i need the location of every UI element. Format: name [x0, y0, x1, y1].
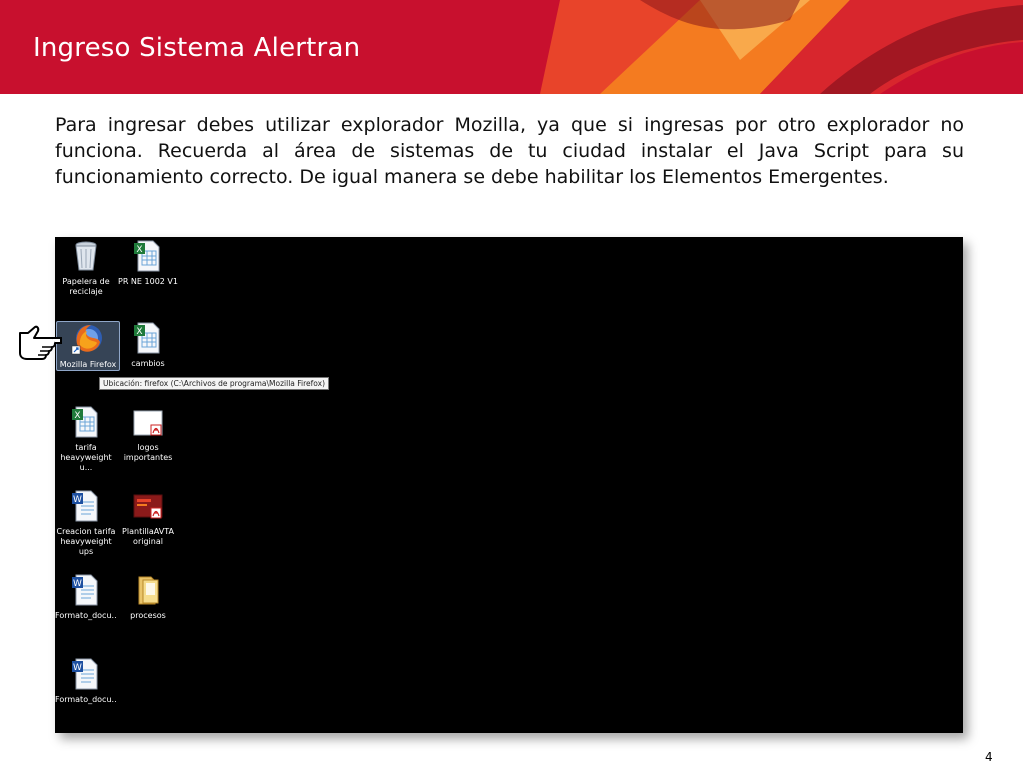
instructions-paragraph: Para ingresar debes utilizar explorador … — [55, 114, 964, 188]
desktop-icon-pr-ne[interactable]: X PR NE 1002 V1 — [117, 239, 179, 287]
icon-label: PR NE 1002 V1 — [118, 277, 178, 286]
desktop-icon-logos[interactable]: logos importantes — [117, 405, 179, 463]
firefox-tooltip: Ubicación: firefox (C:\Archivos de progr… — [99, 377, 330, 390]
hand-pointer-icon — [18, 323, 62, 365]
folder-icon — [131, 573, 165, 607]
icon-label: Creacion tarifa heavyweight ups — [56, 527, 116, 556]
page-title: Ingreso Sistema Alertran — [33, 33, 361, 63]
excel-file-icon: X — [131, 239, 165, 273]
desktop-icon-tarifa[interactable]: X tarifa heavyweight u... — [55, 405, 117, 473]
svg-text:X: X — [74, 411, 80, 421]
icon-label: logos importantes — [123, 443, 173, 462]
svg-text:W: W — [73, 495, 82, 505]
pdf-file-icon — [131, 405, 165, 439]
svg-text:W: W — [73, 579, 82, 589]
desktop-icon-formato-2[interactable]: W Formato_docu... — [55, 657, 117, 705]
svg-text:X: X — [136, 327, 142, 337]
icon-label: cambios — [131, 359, 165, 368]
excel-file-icon: X — [69, 405, 103, 439]
desktop-icon-procesos[interactable]: procesos — [117, 573, 179, 621]
pdf-file-icon — [131, 489, 165, 523]
desktop-icon-cambios[interactable]: X cambios — [117, 321, 179, 369]
icon-label: Formato_docu... — [55, 695, 117, 704]
excel-file-icon: X — [131, 321, 165, 355]
svg-text:W: W — [73, 663, 82, 673]
desktop-icon-creacion[interactable]: W Creacion tarifa heavyweight ups — [55, 489, 117, 557]
icon-label: Mozilla Firefox — [59, 360, 117, 369]
desktop-icon-plantilla[interactable]: PlantillaAVTA original — [117, 489, 179, 547]
firefox-icon — [71, 322, 105, 356]
desktop-icon-formato-1[interactable]: W Formato_docu... — [55, 573, 117, 621]
icon-label: PlantillaAVTA original — [122, 527, 174, 546]
header-banner: Ingreso Sistema Alertran — [0, 0, 1023, 94]
desktop-screenshot: Papelera de reciclaje X PR NE 1002 V1 Mo… — [55, 237, 963, 733]
desktop-icon-firefox[interactable]: Mozilla Firefox — [56, 321, 120, 371]
icon-label: Papelera de reciclaje — [62, 277, 110, 296]
word-file-icon: W — [69, 657, 103, 691]
icon-label: Formato_docu... — [55, 611, 117, 620]
desktop-icon-recycle-bin[interactable]: Papelera de reciclaje — [55, 239, 117, 297]
word-file-icon: W — [69, 573, 103, 607]
page-number: 4 — [985, 750, 993, 764]
word-file-icon: W — [69, 489, 103, 523]
icon-label: tarifa heavyweight u... — [60, 443, 112, 472]
recycle-bin-icon — [69, 239, 103, 273]
svg-text:X: X — [136, 245, 142, 255]
icon-label: procesos — [130, 611, 166, 620]
